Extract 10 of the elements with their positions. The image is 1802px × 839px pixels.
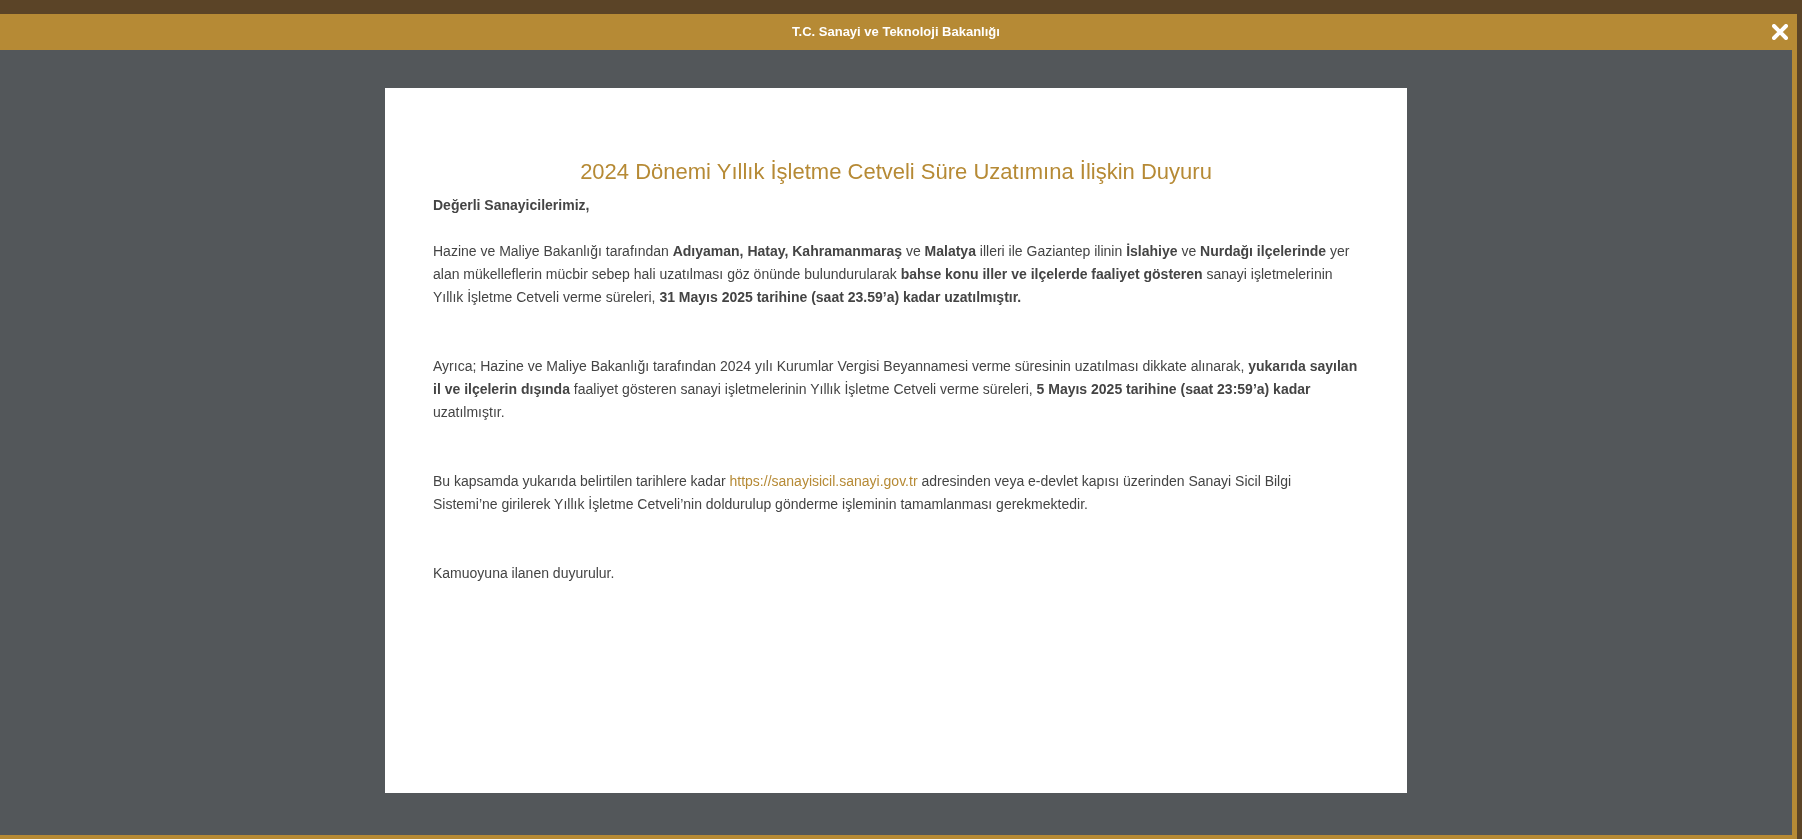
paragraph: Kamuoyuna ilanen duyurulur.	[433, 564, 616, 583]
paragraph: Bu kapsamda yukarıda belirtilen tarihlere kadar https://sanayisicil.sanayi.gov.tr adresinden veya e-devlet kapısı üzerinden Sanayi Sicil Bilgi Sistemi’ne girilerek Yıllık İşletme Cetveli’nin doldurulup gönderme işleminin tamamlanması gerekmektedir.	[433, 472, 1293, 514]
greeting: Değerli Sanayicilerimiz,	[433, 196, 591, 215]
paragraph: Ayrıca; Hazine ve Maliye Bakanlığı tarafından 2024 yılı Kurumlar Vergisi Beyannamesi verme süresinin uzatılması dikkate alınarak, yukarıda sayılan il ve ilçelerin dışında faaliyet gösteren sanayi işletmelerinin Yıllık İşletme Cetveli verme süreleri, 5 Mayıs 2025 tarihine (saat 23:59’a) kadar uzatılmıştır.	[433, 357, 1359, 422]
close-button[interactable]	[1770, 22, 1790, 42]
announcement-heading: 2024 Dönemi Yıllık İşletme Cetveli Süre Uzatımına İlişkin Duyuru	[579, 158, 1213, 186]
paragraph: Hazine ve Maliye Bakanlığı tarafından Adıyaman, Hatay, Kahramanmaraş ve Malatya illeri ile Gaziantep ilinin İslahiye ve Nurdağı ilçelerinde yer alan mükelleflerin mücbir sebep hali uzatılması göz önünde bulundurularak bahse konu iller ve ilçelerde faaliyet gösteren sanayi işletmelerinin Yıllık İşletme Cetveli verme süreleri, 31 Mayıs 2025 tarihine (saat 23.59’a) kadar uzatılmıştır.	[433, 242, 1351, 307]
close-icon	[1772, 24, 1788, 40]
modal-title: T.C. Sanayi ve Teknoloji Bakanlığı	[792, 23, 1000, 42]
website-link[interactable]: https://sanayisicil.sanayi.gov.tr	[729, 473, 918, 489]
